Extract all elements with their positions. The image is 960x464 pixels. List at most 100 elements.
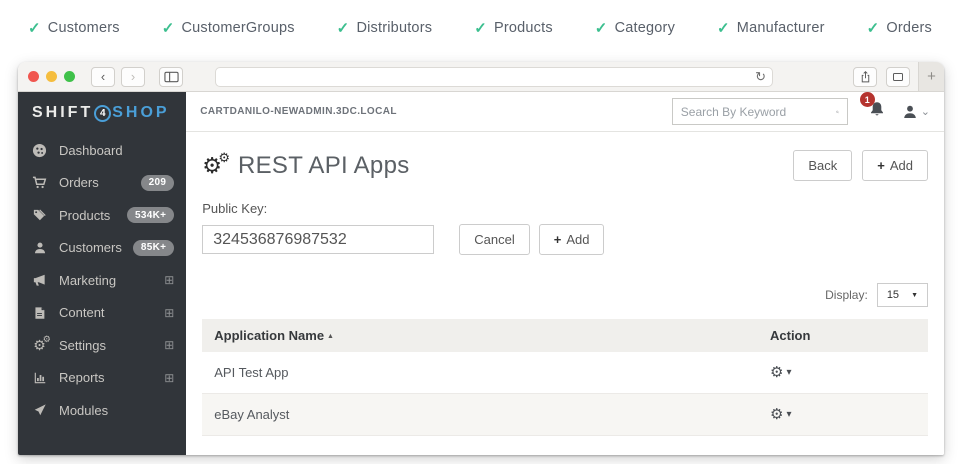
back-button[interactable]: Back (793, 150, 852, 181)
cancel-button[interactable]: Cancel (459, 224, 529, 255)
address-bar[interactable]: ↻ (215, 67, 773, 87)
sidebar-item-label: Content (59, 305, 105, 320)
user-icon (31, 241, 48, 255)
url-input[interactable] (222, 71, 755, 83)
check-icon: ✓ (867, 19, 880, 37)
top-item-manufacturer[interactable]: ✓Manufacturer (717, 19, 825, 37)
confirm-add-button[interactable]: +Add (539, 224, 605, 255)
shift4shop-logo[interactable]: SHIFT4SHOP (18, 92, 186, 134)
gear-icon: ⚙ (770, 365, 783, 380)
check-icon: ✓ (717, 19, 730, 37)
sidebar-item-marketing[interactable]: Marketing ⊞ (18, 264, 186, 297)
public-key-input[interactable] (202, 225, 434, 254)
top-item-products[interactable]: ✓Products (474, 19, 553, 37)
table-row: eBay Analyst ⚙▾ (202, 394, 928, 436)
caret-down-icon: ▾ (786, 367, 791, 378)
page-title: REST API Apps (238, 152, 410, 180)
plus-icon: + (554, 232, 562, 247)
sidebar-item-content[interactable]: Content ⊞ (18, 297, 186, 330)
sidebar-item-label: Orders (59, 175, 99, 190)
chevron-down-icon: ⌄ (921, 105, 930, 118)
search-input[interactable] (681, 105, 836, 119)
expand-icon[interactable]: ⊞ (164, 339, 174, 351)
main-panel: CARTDANILO-NEWADMIN.3DC.LOCAL 1 ⌄ (186, 92, 944, 455)
row-action-menu[interactable]: ⚙▾ (770, 407, 916, 422)
close-button[interactable] (28, 71, 39, 82)
minimize-button[interactable] (46, 71, 57, 82)
selected-value: 15 (887, 289, 899, 301)
check-icon: ✓ (474, 19, 487, 37)
expand-icon[interactable]: ⊞ (164, 372, 174, 384)
app-name-cell: API Test App (202, 352, 758, 393)
refresh-icon[interactable]: ↻ (755, 70, 766, 83)
sidebar-item-label: Settings (59, 338, 106, 353)
sidebar-item-label: Dashboard (59, 143, 123, 158)
sidebar-item-label: Marketing (59, 273, 116, 288)
toolbar-right-group (853, 67, 910, 87)
browser-back-button[interactable]: ‹ (91, 67, 115, 87)
public-key-label: Public Key: (202, 201, 928, 216)
column-action: Action (758, 319, 928, 352)
logo-text: SHIFT (32, 104, 93, 122)
entity-check-strip: ✓Customers ✓ CustomerGroups ✓Distributors… (0, 0, 960, 56)
row-action-menu[interactable]: ⚙▾ (770, 365, 916, 380)
plus-icon: + (877, 158, 885, 173)
top-item-label: CustomerGroups (181, 20, 294, 36)
sidebar-item-label: Customers (59, 240, 122, 255)
top-item-distributors[interactable]: ✓Distributors (337, 19, 433, 37)
expand-icon[interactable]: ⊞ (164, 274, 174, 286)
new-tab-button[interactable]: + (918, 62, 944, 91)
search-icon[interactable] (836, 104, 839, 120)
share-button[interactable] (853, 67, 877, 87)
browser-forward-button[interactable]: › (121, 67, 145, 87)
sidebar-toggle-button[interactable] (159, 67, 183, 87)
top-item-orders[interactable]: ✓Orders (867, 19, 932, 37)
sidebar-item-label: Modules (59, 403, 108, 418)
keyword-search[interactable] (672, 98, 848, 125)
table-header: Application Name▲ Action (202, 319, 928, 352)
column-application-name[interactable]: Application Name▲ (202, 319, 758, 352)
zoom-button[interactable] (64, 71, 75, 82)
sort-asc-icon: ▲ (327, 333, 334, 340)
expand-icon[interactable]: ⊞ (164, 307, 174, 319)
check-icon: ✓ (162, 19, 175, 37)
bar-chart-icon (31, 371, 48, 385)
megaphone-icon (31, 273, 48, 288)
store-domain: CARTDANILO-NEWADMIN.3DC.LOCAL (200, 106, 397, 117)
page-content: ⚙ ⚙ REST API Apps Back +Add Public Key: C… (186, 132, 944, 455)
sidebar-item-modules[interactable]: Modules (18, 394, 186, 427)
public-key-form: Cancel +Add (202, 224, 928, 255)
notification-badge: 1 (860, 92, 875, 107)
rocket-icon (31, 403, 48, 417)
admin-app: SHIFT4SHOP Dashboard Orders 209 Prod (18, 92, 944, 455)
browser-toolbar: ‹ › ↻ + (18, 62, 944, 92)
display-row: Display: 15 ▼ (202, 283, 928, 307)
sidebar-item-products[interactable]: Products 534K+ (18, 199, 186, 232)
admin-header: CARTDANILO-NEWADMIN.3DC.LOCAL 1 ⌄ (186, 92, 944, 132)
check-icon: ✓ (337, 19, 350, 37)
sidebar-item-reports[interactable]: Reports ⊞ (18, 362, 186, 395)
user-menu-button[interactable]: ⌄ (902, 104, 930, 120)
app-name-cell: eBay Analyst (202, 394, 758, 435)
top-item-category[interactable]: ✓Category (595, 19, 675, 37)
gears-icon: ⚙⚙ (31, 338, 48, 352)
gauge-icon (31, 143, 48, 158)
sidebar-item-dashboard[interactable]: Dashboard (18, 134, 186, 167)
top-item-label: Category (615, 20, 675, 36)
gear-icon: ⚙ (770, 407, 783, 422)
tab-overview-button[interactable] (886, 67, 910, 87)
file-icon (31, 306, 48, 320)
sidebar-item-orders[interactable]: Orders 209 (18, 167, 186, 200)
top-item-customergroups[interactable]: ✓ CustomerGroups (162, 19, 295, 37)
notifications-button[interactable]: 1 (868, 100, 886, 123)
sidebar-item-customers[interactable]: Customers 85K+ (18, 232, 186, 265)
logo-4-icon: 4 (94, 105, 111, 122)
display-count-select[interactable]: 15 ▼ (877, 283, 928, 307)
top-item-customers[interactable]: ✓Customers (28, 19, 120, 37)
add-app-button[interactable]: +Add (862, 150, 928, 181)
sidebar-item-settings[interactable]: ⚙⚙ Settings ⊞ (18, 329, 186, 362)
tabs-icon (893, 73, 903, 81)
customers-count-badge: 85K+ (133, 240, 174, 256)
cart-icon (31, 175, 48, 190)
window-controls (28, 71, 75, 82)
